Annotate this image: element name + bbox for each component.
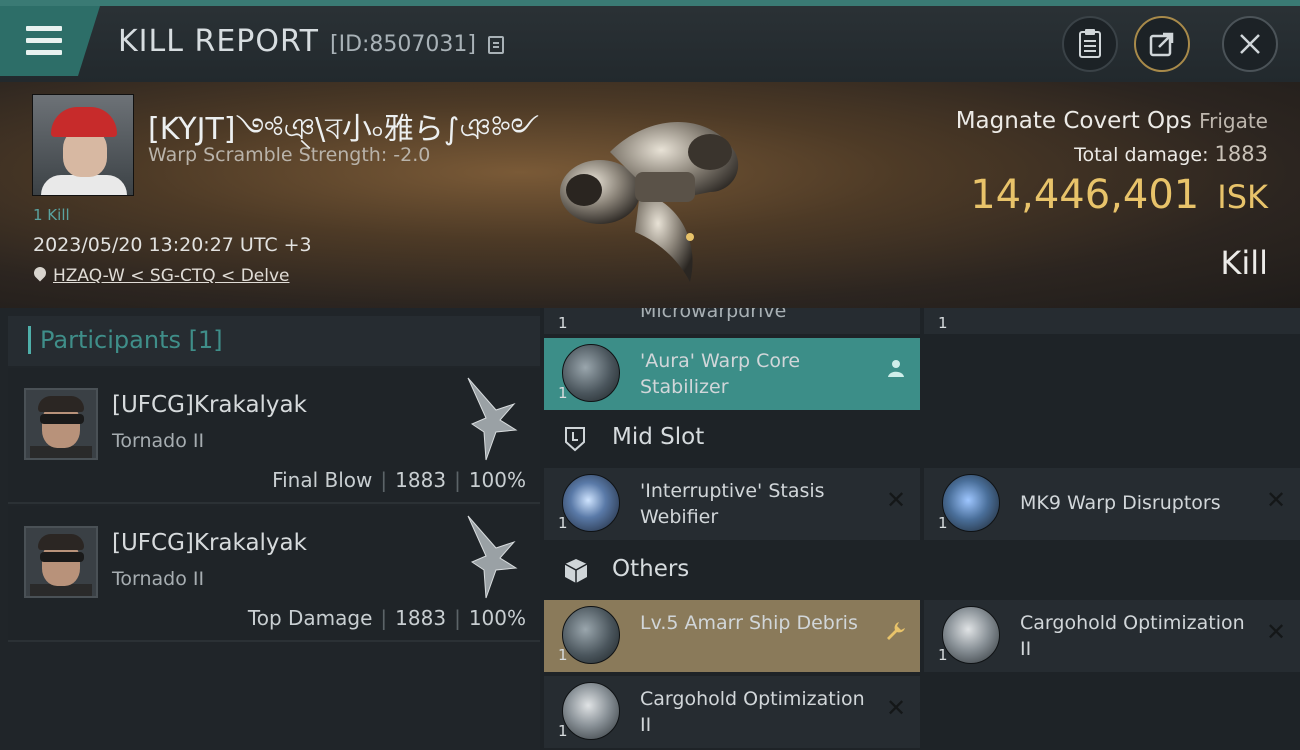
kill-datetime: 2023/05/20 13:20:27 UTC +3 <box>33 234 312 256</box>
warp-disruptor-icon <box>942 474 1000 532</box>
ship-debris-icon <box>562 606 620 664</box>
report-id: [ID:8507031] <box>330 32 476 57</box>
item-name: MK9 Warp Disruptors <box>1020 492 1221 514</box>
isk-amount: 14,446,401 <box>970 172 1200 218</box>
item-warp-disruptor[interactable]: 1 MK9 Warp Disruptors ✕ <box>924 468 1300 540</box>
item-qty: 1 <box>558 384 568 402</box>
participant-ship: Tornado II <box>112 568 205 590</box>
hamburger-icon <box>26 26 62 56</box>
item-name: Microwarpdrive <box>640 308 787 322</box>
attacker-ship-icon <box>467 377 518 461</box>
participants-label: Participants <box>40 326 181 354</box>
participants-header: Participants [1] <box>8 316 540 366</box>
item-row-cut[interactable]: 1 <box>924 308 1300 334</box>
warp-scramble-strength: Warp Scramble Strength: -2.0 <box>148 144 431 166</box>
total-damage-value: 1883 <box>1214 142 1268 166</box>
kill-location: HZAQ-W < SG-CTQ < Delve <box>53 266 290 286</box>
mid-slot-header: Mid Slot <box>540 412 916 468</box>
item-qty: 1 <box>558 514 568 532</box>
cargohold-optimization-icon <box>562 682 620 740</box>
participant-row[interactable]: [UFCG]Krakalyak Tornado II Final Blow | 18… <box>8 368 540 504</box>
location-pin-icon <box>33 267 47 285</box>
participants-count: [1] <box>188 326 223 354</box>
stasis-webifier-icon <box>562 474 620 532</box>
item-qty: 1 <box>938 646 948 664</box>
victim-name: [KYJT]༺ঞ্\ব小৹雅ら∫ঞ༻ <box>148 112 540 147</box>
item-qty: 1 <box>938 314 948 332</box>
attacker-ship-icon <box>467 515 518 599</box>
warp-core-stabilizer-icon <box>562 344 620 402</box>
item-ship-debris[interactable]: 1 Lv.5 Amarr Ship Debris <box>544 600 920 672</box>
total-damage-label: Total damage: <box>1074 144 1209 166</box>
victim-ship-type: Magnate Covert Ops Frigate <box>956 108 1268 134</box>
participant-percent: 100% <box>468 468 526 492</box>
item-qty: 1 <box>558 314 568 332</box>
participant-role: Top Damage <box>247 606 373 630</box>
item-name: Cargohold Optimization II <box>1020 612 1245 660</box>
close-icon <box>1224 18 1276 70</box>
ship-name: Magnate Covert Ops <box>955 108 1192 134</box>
person-icon[interactable] <box>884 358 908 382</box>
item-cargohold-optimization[interactable]: 1 Cargohold Optimization II ✕ <box>924 600 1300 672</box>
others-label: Others <box>612 556 690 582</box>
item-qty: 1 <box>558 722 568 740</box>
item-name: Cargohold Optimization II <box>640 688 865 736</box>
page-title: KILL REPORT <box>118 24 319 59</box>
item-name: 'Interruptive' Stasis Webifier <box>640 480 825 528</box>
destroyed-x-icon: ✕ <box>1265 618 1287 646</box>
item-warp-core-stabilizer[interactable]: 1 'Aura' Warp Core Stabilizer <box>544 338 920 410</box>
participant-avatar <box>24 526 98 598</box>
header-accent-line <box>0 0 1300 6</box>
items-panel: 1 Microwarpdrive 1 1 'Aura' Warp Core St… <box>540 308 1300 750</box>
close-button[interactable] <box>1222 16 1278 72</box>
share-button[interactable] <box>1134 16 1190 72</box>
cargohold-optimization-icon <box>942 606 1000 664</box>
kill-result: Kill <box>1220 244 1268 282</box>
share-icon <box>1136 18 1188 70</box>
kill-location-link[interactable]: HZAQ-W < SG-CTQ < Delve <box>33 266 290 286</box>
participant-damage: 1883 <box>395 606 447 630</box>
cube-icon <box>564 558 588 584</box>
isk-unit: ISK <box>1217 178 1268 216</box>
participant-percent: 100% <box>468 606 526 630</box>
participant-ship: Tornado II <box>112 430 205 452</box>
item-name: Lv.5 Amarr Ship Debris <box>640 612 858 634</box>
item-name: 'Aura' Warp Core Stabilizer <box>640 350 801 398</box>
destroyed-x-icon: ✕ <box>885 486 907 514</box>
clipboard-button[interactable] <box>1062 16 1118 72</box>
destroyed-x-icon: ✕ <box>1265 486 1287 514</box>
victim-portrait[interactable] <box>32 94 134 196</box>
copy-icon[interactable] <box>488 36 504 54</box>
participant-damage: 1883 <box>395 468 447 492</box>
item-row-cut[interactable]: 1 Microwarpdrive <box>544 308 920 334</box>
participant-avatar <box>24 388 98 460</box>
item-qty: 1 <box>938 514 948 532</box>
participant-row[interactable]: [UFCG]Krakalyak Tornado II Top Damage | 18… <box>8 506 540 642</box>
wrench-icon[interactable] <box>884 620 908 644</box>
total-damage: Total damage: 1883 <box>1074 142 1268 166</box>
others-header: Others <box>540 544 916 600</box>
clipboard-icon <box>1064 18 1116 70</box>
participant-name: [UFCG]Krakalyak <box>112 530 307 556</box>
ship-class: Frigate <box>1199 109 1268 133</box>
destroyed-x-icon: ✕ <box>885 694 907 722</box>
participant-name: [UFCG]Krakalyak <box>112 392 307 418</box>
victim-ship-image <box>560 122 739 282</box>
mid-slot-label: Mid Slot <box>612 424 705 450</box>
item-cargohold-optimization[interactable]: 1 Cargohold Optimization II ✕ <box>544 676 920 748</box>
participant-stats: Final Blow | 1883 | 100% <box>272 468 526 492</box>
participant-role: Final Blow <box>272 468 373 492</box>
isk-value: 14,446,401 ISK <box>970 172 1268 218</box>
participant-stats: Top Damage | 1883 | 100% <box>247 606 526 630</box>
mid-slot-icon <box>564 426 588 452</box>
item-stasis-webifier[interactable]: 1 'Interruptive' Stasis Webifier ✕ <box>544 468 920 540</box>
item-qty: 1 <box>558 646 568 664</box>
kill-count: 1 Kill <box>33 206 70 224</box>
